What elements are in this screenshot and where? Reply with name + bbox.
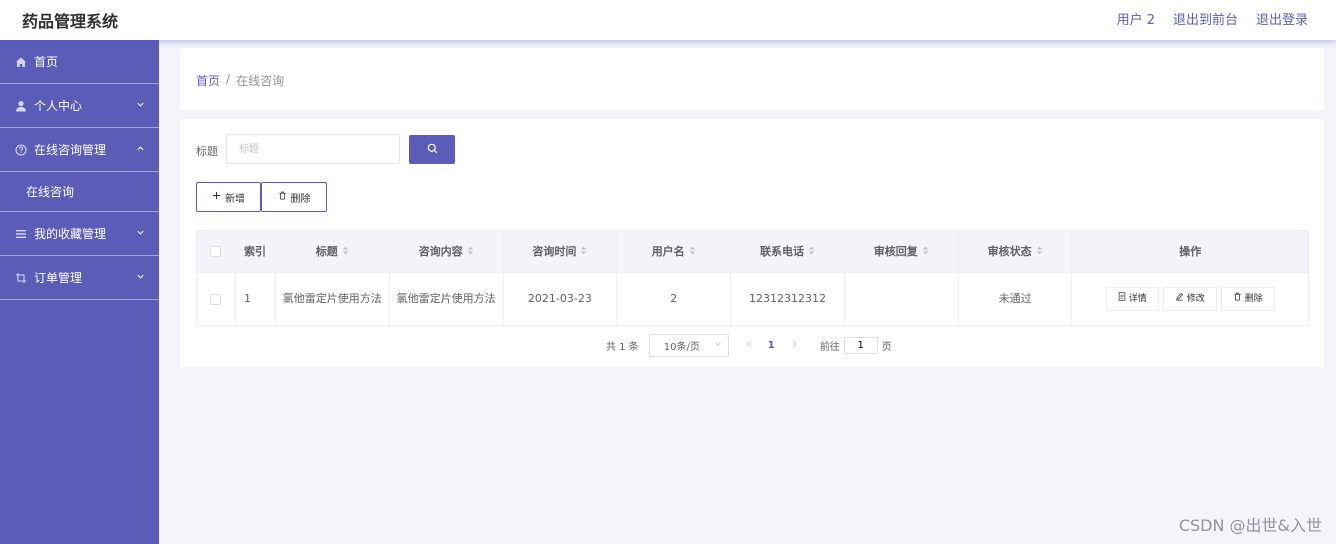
top-bar: 药品管理系统 用户 2 退出到前台 退出登录 <box>0 0 1336 40</box>
sidebar-item-label: 我的收藏管理 <box>34 227 107 241</box>
header-index: 索引 <box>236 231 276 272</box>
breadcrumb-card: 首页 / 在线咨询 <box>180 48 1324 110</box>
cell-actions: 详情 修改 删除 <box>1072 273 1308 325</box>
cell-status: 未通过 <box>959 273 1073 325</box>
back-to-front-link[interactable]: 退出到前台 <box>1173 9 1238 28</box>
chevron-down-icon <box>714 340 722 351</box>
header-actions: 操作 <box>1179 244 1202 258</box>
sidebar: 首页 个人中心 在线咨询管理 在线咨询 我的收藏管理 订单管理 <box>0 40 159 544</box>
cell-content: 氯他雷定片使用方法 <box>390 273 504 325</box>
sidebar-item-home[interactable]: 首页 <box>0 40 159 84</box>
search-input[interactable] <box>226 134 400 164</box>
chevron-down-icon <box>136 270 145 284</box>
page-unit-label: 页 <box>881 342 892 353</box>
help-circle-icon <box>14 143 28 157</box>
sidebar-item-order-management[interactable]: 订单管理 <box>0 256 159 300</box>
cell-time: 2021-03-23 <box>504 273 618 325</box>
sort-icon[interactable] <box>1036 244 1043 260</box>
cell-phone: 12312312312 <box>731 273 845 325</box>
sort-icon[interactable] <box>342 244 349 260</box>
trash-icon <box>1233 291 1242 307</box>
header-time[interactable]: 咨询时间 <box>504 231 618 272</box>
page-size-value: 10条/页 <box>663 342 700 353</box>
sidebar-item-label: 订单管理 <box>34 271 83 285</box>
breadcrumb-separator: / <box>226 72 231 86</box>
header-username[interactable]: 用户名 <box>617 231 732 272</box>
breadcrumb: 首页 / 在线咨询 <box>196 72 284 89</box>
next-page-icon[interactable] <box>791 340 798 351</box>
row-delete-button[interactable]: 删除 <box>1220 287 1275 311</box>
detail-button[interactable]: 详情 <box>1105 287 1159 311</box>
pagination: 共 1 条 10条/页 1 前往 页 <box>606 334 892 357</box>
sidebar-subitem-label: 在线咨询 <box>26 185 75 199</box>
sidebar-item-favorites-management[interactable]: 我的收藏管理 <box>0 212 159 256</box>
chevron-up-icon <box>136 142 145 156</box>
user-icon <box>14 99 28 113</box>
select-all-checkbox[interactable] <box>210 246 222 257</box>
header-title[interactable]: 标题 <box>276 231 390 272</box>
header-phone[interactable]: 联系电话 <box>731 231 845 272</box>
sort-icon[interactable] <box>689 244 696 260</box>
row-checkbox[interactable] <box>210 293 222 305</box>
watermark: CSDN @出世&入世 <box>1178 516 1322 535</box>
sidebar-item-label: 个人中心 <box>34 99 83 113</box>
add-button[interactable]: 新增 <box>196 182 261 212</box>
sidebar-item-label: 首页 <box>34 55 59 69</box>
sidebar-item-label: 在线咨询管理 <box>34 143 107 157</box>
document-icon <box>1118 291 1126 307</box>
cell-reply <box>845 273 959 325</box>
goto-label: 前往 <box>819 342 840 353</box>
edit-icon <box>1175 291 1184 307</box>
home-icon <box>14 55 28 69</box>
search-label: 标题 <box>196 145 218 158</box>
chevron-down-icon <box>136 98 145 112</box>
list-icon <box>14 227 28 241</box>
consult-table: 索引 标题 咨询内容 咨询时间 用户名 联系电话 审核回复 审核状态 操作 1 … <box>196 230 1309 326</box>
trash-icon <box>278 191 287 203</box>
top-links: 用户 2 退出到前台 退出登录 <box>1117 9 1308 28</box>
delete-button-label: 删除 <box>290 193 311 205</box>
pagination-total: 共 1 条 <box>606 342 639 353</box>
header-content[interactable]: 咨询内容 <box>390 231 504 272</box>
search-icon <box>427 143 438 157</box>
header-reply[interactable]: 审核回复 <box>845 231 959 272</box>
sort-icon[interactable] <box>467 244 474 260</box>
delete-button[interactable]: 删除 <box>261 182 327 212</box>
page-number-current[interactable]: 1 <box>768 340 775 351</box>
header-status[interactable]: 审核状态 <box>959 231 1073 272</box>
breadcrumb-home[interactable]: 首页 <box>196 72 220 89</box>
sort-icon[interactable] <box>808 244 815 260</box>
search-button[interactable] <box>409 135 455 164</box>
current-user-link[interactable]: 用户 2 <box>1117 9 1155 28</box>
sidebar-item-personal-center[interactable]: 个人中心 <box>0 84 159 128</box>
edit-button[interactable]: 修改 <box>1162 287 1217 311</box>
crop-icon <box>14 271 28 285</box>
cell-index: 1 <box>236 273 276 325</box>
sidebar-item-consult-management[interactable]: 在线咨询管理 <box>0 128 159 172</box>
prev-page-icon[interactable] <box>745 340 752 351</box>
logout-link[interactable]: 退出登录 <box>1256 9 1308 28</box>
sort-icon[interactable] <box>580 244 587 260</box>
goto-page-input[interactable] <box>843 337 878 354</box>
breadcrumb-current: 在线咨询 <box>236 74 285 88</box>
add-button-label: 新增 <box>225 193 245 205</box>
sidebar-subitem-online-consult[interactable]: 在线咨询 <box>0 172 159 212</box>
app-title: 药品管理系统 <box>22 12 119 31</box>
row-select-cell <box>197 273 236 325</box>
sort-icon[interactable] <box>922 244 929 260</box>
table-header-row: 索引 标题 咨询内容 咨询时间 用户名 联系电话 审核回复 审核状态 操作 <box>197 231 1308 273</box>
cell-title: 氯他雷定片使用方法 <box>276 273 390 325</box>
cell-username: 2 <box>617 273 732 325</box>
table-row: 1 氯他雷定片使用方法 氯他雷定片使用方法 2021-03-23 2 12312… <box>197 273 1308 325</box>
header-select-cell <box>197 231 236 272</box>
plus-icon <box>212 191 221 203</box>
chevron-down-icon <box>136 226 145 240</box>
main-card: 标题 新增 删除 索引 标题 咨询内容 咨询时间 用户名 联系电话 审核回复 审… <box>180 119 1324 367</box>
page-size-select[interactable]: 10条/页 <box>648 334 729 357</box>
